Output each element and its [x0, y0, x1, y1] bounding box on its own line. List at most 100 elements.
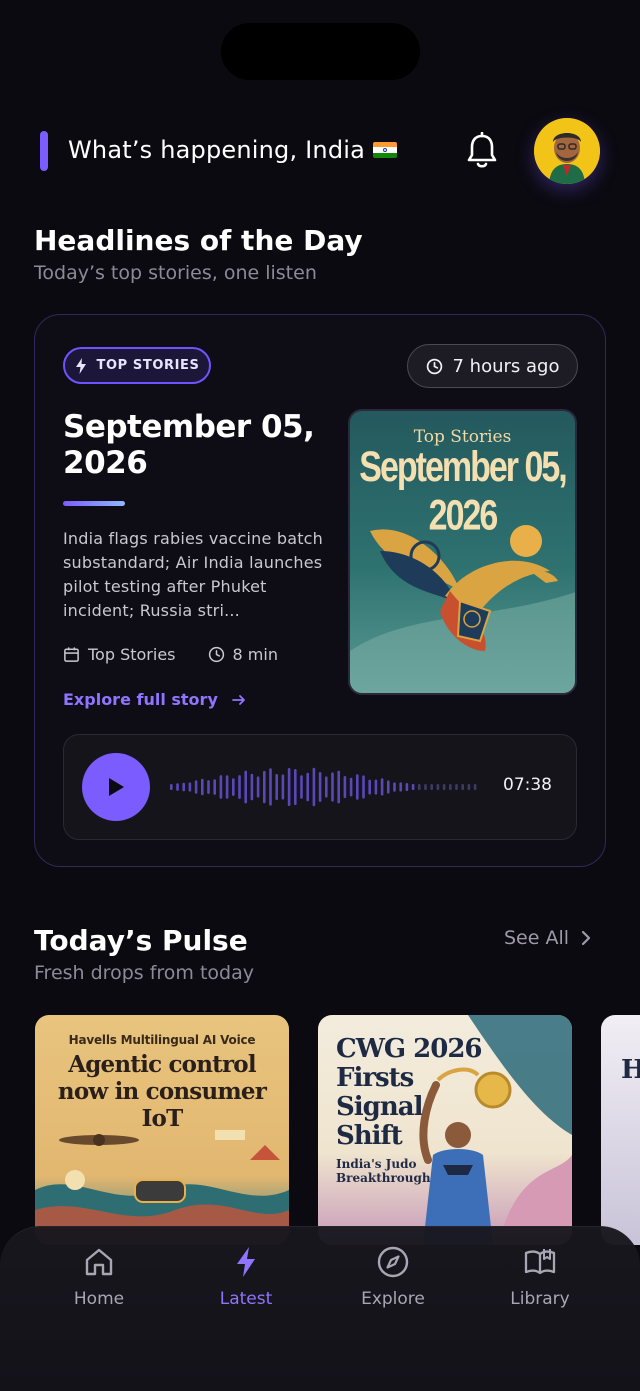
- waveform-bar: [405, 783, 409, 791]
- arrow-right-icon: [231, 694, 245, 705]
- time-ago-pill: 7 hours ago: [407, 344, 578, 388]
- waveform-bar: [455, 784, 458, 790]
- greeting: What’s happening, India: [68, 136, 398, 164]
- waveform-bar: [306, 772, 309, 802]
- waveform-bar: [269, 768, 272, 806]
- waveform-bar: [318, 772, 322, 802]
- top-story-card[interactable]: TOP STORIES 7 hours ago September 05, 20…: [34, 314, 606, 867]
- waveform-bar: [418, 784, 421, 790]
- clock-icon: [208, 646, 224, 663]
- pulse-subtitle: Fresh drops from today: [34, 962, 254, 984]
- tab-library[interactable]: Library: [480, 1245, 600, 1309]
- waveform-bar: [263, 770, 266, 804]
- notification-bell-icon[interactable]: [466, 132, 498, 170]
- waveform-bar: [188, 782, 192, 792]
- waveform-bar: [312, 767, 316, 807]
- waveform-bar: [250, 773, 254, 801]
- see-all-link[interactable]: See All: [504, 927, 591, 949]
- bolt-icon: [237, 1247, 255, 1277]
- waveform-bar: [349, 777, 353, 797]
- waveform-bar: [449, 784, 452, 790]
- waveform-bar: [232, 778, 235, 796]
- play-button[interactable]: [82, 753, 150, 821]
- smart-home-illustration-icon: [35, 1130, 289, 1245]
- camera-notch: [221, 23, 420, 80]
- chevron-right-icon: [581, 930, 591, 946]
- pulse-card-partial[interactable]: H: [601, 1015, 640, 1245]
- tab-label: Library: [510, 1289, 570, 1309]
- bolt-icon: [75, 357, 86, 374]
- waveform-bar: [362, 775, 365, 799]
- compass-icon: [377, 1246, 409, 1278]
- waveform-bar: [393, 782, 396, 792]
- waveform-bar: [387, 780, 390, 794]
- story-category: Top Stories: [88, 645, 176, 664]
- waveform-bar: [294, 769, 297, 805]
- waveform-bar: [287, 768, 291, 806]
- bottom-tab-bar: Home Latest Explore Library: [0, 1226, 640, 1391]
- waveform-bar: [368, 779, 371, 795]
- book-icon: [524, 1249, 556, 1275]
- waveform-bar: [176, 783, 179, 791]
- waveform-bar: [442, 784, 446, 790]
- waveform-bar: [256, 776, 260, 798]
- waveform-bar: [244, 770, 247, 804]
- waveform-bar: [411, 783, 415, 791]
- explore-label: Explore full story: [63, 690, 218, 709]
- waveform-bar: [225, 775, 229, 799]
- waveform-bar: [436, 784, 440, 790]
- waveform-bar: [207, 780, 210, 794]
- audio-duration: 07:38: [503, 775, 552, 795]
- pulse-title: Today’s Pulse: [34, 924, 248, 957]
- waveform-bar: [201, 778, 204, 796]
- waveform-bar: [331, 772, 334, 802]
- story-description: India flags rabies vaccine batch substan…: [63, 529, 324, 620]
- user-avatar[interactable]: [534, 118, 600, 184]
- time-ago-text: 7 hours ago: [452, 355, 560, 377]
- waveform-bar: [325, 776, 328, 798]
- story-cover-art[interactable]: Top Stories September 05, 2026: [348, 409, 577, 695]
- headlines-subtitle: Today’s top stories, one listen: [34, 262, 317, 284]
- waveform-bar: [170, 784, 173, 790]
- title-underline: [63, 501, 125, 506]
- waveform-bar: [194, 780, 198, 794]
- waveform-bar: [356, 774, 359, 800]
- clock-icon: [426, 358, 442, 374]
- waveform-bar: [238, 775, 241, 799]
- calendar-icon: [64, 647, 79, 662]
- waveform-bar: [337, 770, 340, 804]
- home-icon: [85, 1248, 113, 1276]
- tab-label: Explore: [361, 1289, 425, 1309]
- explore-full-story-link[interactable]: Explore full story: [63, 690, 246, 709]
- play-icon: [109, 778, 124, 796]
- tab-explore[interactable]: Explore: [333, 1245, 453, 1309]
- tab-home[interactable]: Home: [39, 1245, 159, 1309]
- waveform-bar: [467, 784, 471, 790]
- waveform-bar: [473, 784, 477, 790]
- waveform-bar: [275, 774, 278, 800]
- headlines-title: Headlines of the Day: [34, 224, 363, 257]
- tab-label: Latest: [219, 1289, 273, 1309]
- audio-waveform[interactable]: [170, 761, 480, 813]
- waveform-bar: [430, 784, 433, 790]
- pulse-card-iot[interactable]: Havells Multilingual AI Voice Agentic co…: [35, 1015, 289, 1245]
- see-all-label: See All: [504, 927, 570, 949]
- badge-label: TOP STORIES: [96, 358, 200, 373]
- waveform-bar: [399, 782, 402, 792]
- pulse-card-cwg[interactable]: CWG 2026 Firsts Signal Shift India's Jud…: [318, 1015, 572, 1245]
- story-duration: 8 min: [232, 645, 278, 664]
- waveform-bar: [219, 775, 223, 799]
- tab-latest[interactable]: Latest: [186, 1245, 306, 1309]
- waveform-bar: [300, 775, 303, 799]
- pulse-card-headline: H: [621, 1055, 640, 1085]
- waveform-bar: [461, 784, 464, 790]
- audio-player: 07:38: [63, 734, 577, 840]
- story-title: September 05, 2026: [63, 409, 315, 481]
- waveform-bar: [281, 774, 285, 800]
- pulse-card-kicker: Havells Multilingual AI Voice: [68, 1033, 256, 1047]
- greeting-text: What’s happening, India: [68, 136, 366, 164]
- judo-athlete-illustration-icon: [419, 1015, 572, 1245]
- waveform-bar: [343, 776, 347, 799]
- header-accent-bar: [40, 131, 48, 171]
- story-meta: Top Stories 8 min: [63, 645, 278, 664]
